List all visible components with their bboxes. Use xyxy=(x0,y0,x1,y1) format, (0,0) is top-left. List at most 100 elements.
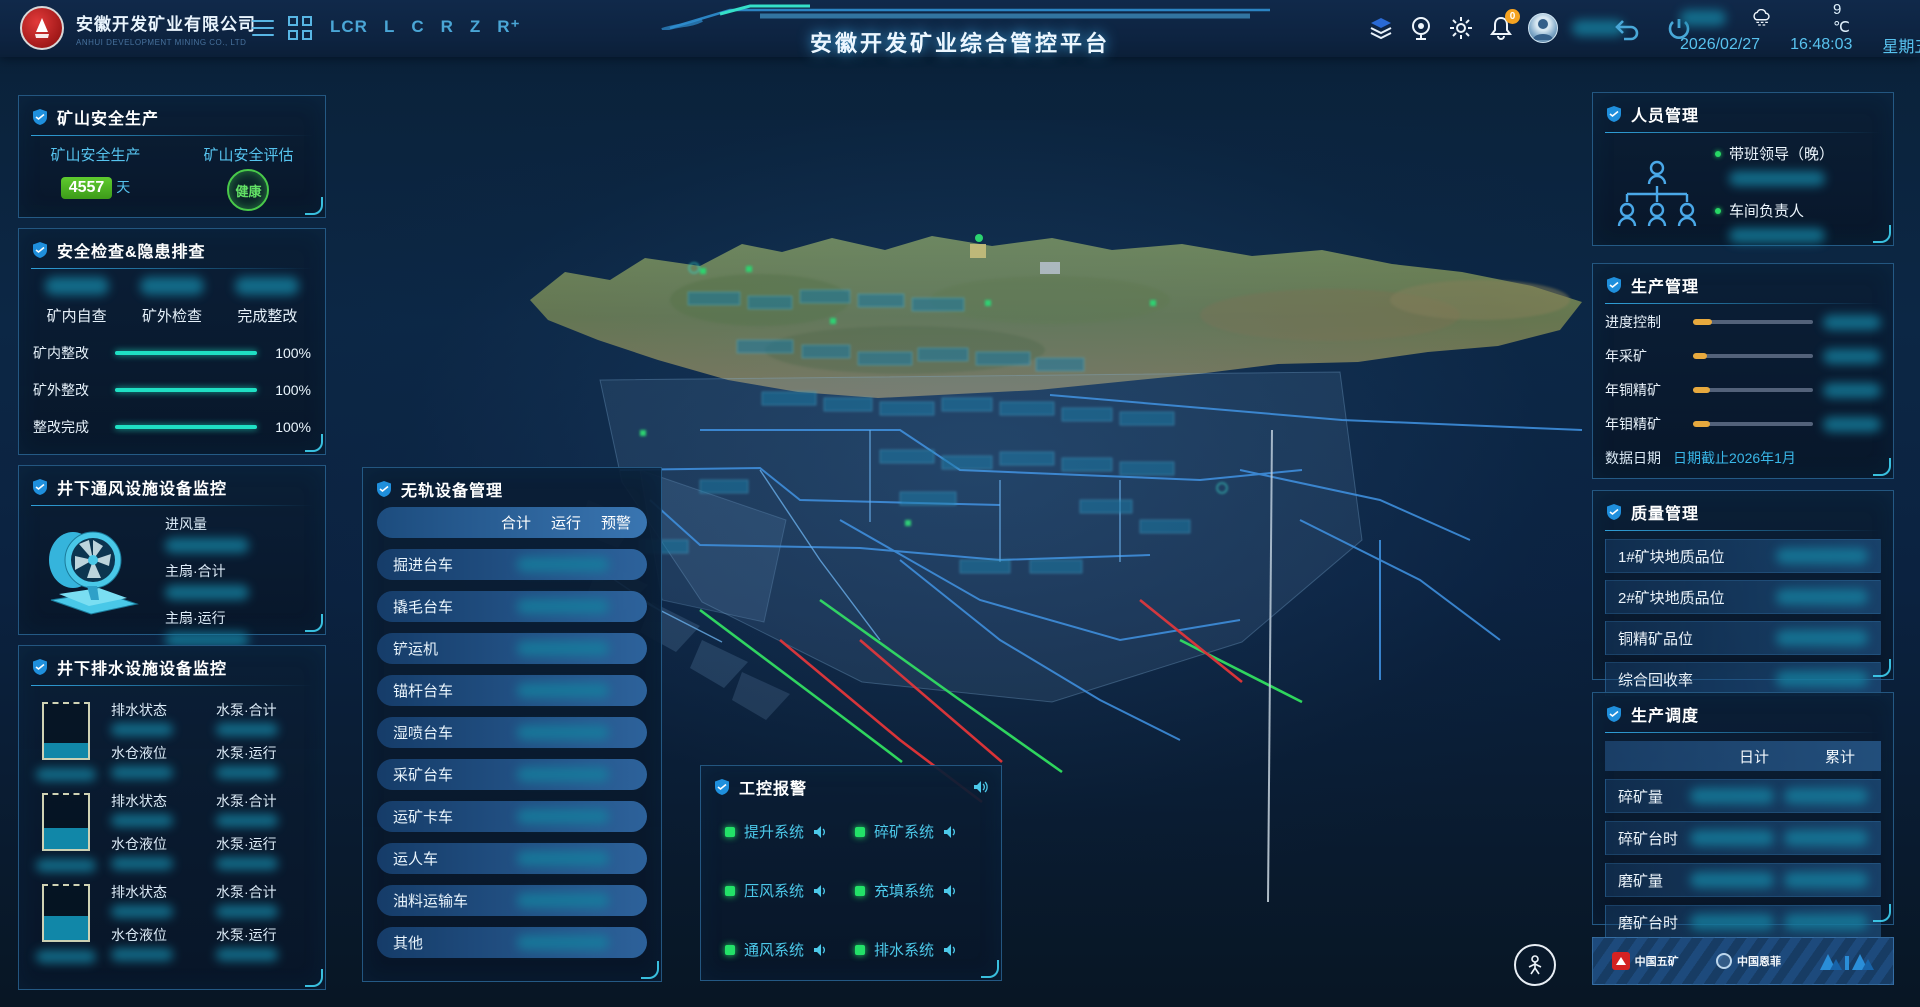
partner-logos-bar: 中国五矿 中国恩菲 xyxy=(1592,937,1894,985)
value-redacted xyxy=(216,814,278,827)
counts-redacted xyxy=(517,893,609,908)
minmetals-icon xyxy=(1612,952,1630,970)
header-nav-button[interactable]: Z xyxy=(470,17,481,37)
status-ok-indicator xyxy=(725,945,735,955)
total-value-redacted xyxy=(1784,914,1868,930)
panel-title: 生产管理 xyxy=(1631,273,1699,297)
counts-redacted xyxy=(517,767,609,782)
value-redacted xyxy=(216,857,278,870)
value-redacted xyxy=(1823,383,1881,398)
panel-ventilation: 井下通风设施设备监控 进风量 xyxy=(18,465,326,635)
metric-value-redacted xyxy=(165,538,249,553)
camera-icon[interactable] xyxy=(1408,15,1434,41)
rectification-progress-row: 矿外整改 100% xyxy=(33,380,311,400)
menu-icon[interactable] xyxy=(252,20,274,36)
ventilation-metric: 主扇·运行 xyxy=(165,608,315,647)
alarm-system-item[interactable]: 排水系统 xyxy=(855,939,985,960)
panel-title: 井下通风设施设备监控 xyxy=(57,475,227,499)
speaker-icon[interactable] xyxy=(813,884,829,898)
speaker-icon[interactable] xyxy=(943,943,959,957)
back-undo-icon[interactable] xyxy=(1614,16,1640,42)
dispatch-row[interactable]: 碎矿量 xyxy=(1605,779,1881,813)
trackless-equipment-row[interactable]: 运矿卡车 xyxy=(377,801,647,832)
page-title: 安徽开发矿业综合管控平台 xyxy=(810,26,1110,58)
quality-row[interactable]: 1#矿块地质品位 xyxy=(1605,539,1881,573)
speaker-icon[interactable] xyxy=(943,825,959,839)
apps-grid-icon[interactable] xyxy=(288,16,312,40)
layers-icon[interactable] xyxy=(1368,15,1394,41)
trackless-equipment-row[interactable]: 油料运输车 xyxy=(377,885,647,916)
header-nav-button[interactable]: R xyxy=(441,17,454,37)
shield-icon xyxy=(31,658,49,676)
header-nav-button[interactable]: LCR xyxy=(330,17,368,37)
shield-icon xyxy=(1605,276,1623,294)
trackless-columns-header: 合计运行预警 xyxy=(377,507,647,538)
panel-title: 矿山安全生产 xyxy=(57,105,159,129)
counts-redacted xyxy=(517,599,609,614)
alarm-system-item[interactable]: 充填系统 xyxy=(855,880,985,901)
value-redacted xyxy=(111,723,173,736)
value-redacted xyxy=(1823,315,1881,330)
mute-all-speaker-icon[interactable] xyxy=(973,780,989,794)
company-logo xyxy=(20,6,64,50)
alarm-system-item[interactable]: 提升系统 xyxy=(725,821,855,842)
speaker-icon[interactable] xyxy=(943,884,959,898)
counts-redacted xyxy=(517,725,609,740)
value-redacted xyxy=(216,766,278,779)
column-label: 运行 xyxy=(551,512,581,533)
header-nav-button[interactable]: L xyxy=(384,17,395,37)
quality-row[interactable]: 铜精矿品位 xyxy=(1605,621,1881,655)
enfi-globe-icon xyxy=(1716,953,1732,969)
dispatch-row[interactable]: 磨矿量 xyxy=(1605,863,1881,897)
temperature: 9 ℃ xyxy=(1833,1,1859,36)
value-redacted xyxy=(1776,671,1868,687)
green-dot xyxy=(1715,151,1721,157)
header-nav-button[interactable]: C xyxy=(411,17,424,37)
settings-gear-icon[interactable] xyxy=(1448,15,1474,41)
trackless-equipment-row[interactable]: 掘进台车 xyxy=(377,549,647,580)
panel-title: 人员管理 xyxy=(1631,102,1699,126)
panel-quality: 质量管理 1#矿块地质品位 2#矿块地质品位 铜精矿品位 xyxy=(1592,490,1894,680)
panel-personnel: 人员管理 带班领导（晚） xyxy=(1592,92,1894,246)
weather-datetime: 9 ℃ 雾 2026/02/27 16:48:03 星期五 xyxy=(1680,7,1920,57)
speaker-icon[interactable] xyxy=(813,825,829,839)
dashboard: 安徽开发矿业有限公司 ANHUI DEVELOPMENT MINING CO.,… xyxy=(0,0,1920,1007)
value-redacted xyxy=(111,766,173,779)
trackless-equipment-row[interactable]: 湿喷台车 xyxy=(377,717,647,748)
dispatch-row[interactable]: 磨矿台时 xyxy=(1605,905,1881,939)
notifications-bell-icon[interactable]: 0 xyxy=(1488,15,1514,41)
water-tank-gauge xyxy=(42,702,90,760)
trackless-equipment-row[interactable]: 运人车 xyxy=(377,843,647,874)
trackless-equipment-row[interactable]: 其他 xyxy=(377,927,647,958)
tank-name-redacted xyxy=(36,768,96,781)
time: 16:48:03 xyxy=(1790,36,1852,54)
quality-row[interactable]: 综合回收率 xyxy=(1605,662,1881,696)
header-nav-button[interactable]: R⁺ xyxy=(497,17,520,37)
status-ok-indicator xyxy=(725,827,735,837)
trackless-equipment-row[interactable]: 撬毛台车 xyxy=(377,591,647,622)
speaker-icon[interactable] xyxy=(813,943,829,957)
panel-drainage: 井下排水设施设备监控 排水状态 水泵·合计 水仓液位 水泵·运行 xyxy=(18,645,326,990)
value-redacted xyxy=(216,905,278,918)
panel-title: 质量管理 xyxy=(1631,500,1699,524)
view-control-button[interactable] xyxy=(1514,944,1556,986)
counts-redacted xyxy=(517,851,609,866)
panel-title: 安全检查&隐患排查 xyxy=(57,238,206,262)
column-label: 日计 xyxy=(1739,746,1769,767)
user-avatar[interactable] xyxy=(1528,13,1558,43)
alarm-system-item[interactable]: 压风系统 xyxy=(725,880,855,901)
quality-row[interactable]: 2#矿块地质品位 xyxy=(1605,580,1881,614)
alarm-system-item[interactable]: 通风系统 xyxy=(725,939,855,960)
alarm-system-item[interactable]: 碎矿系统 xyxy=(855,821,985,842)
trackless-equipment-row[interactable]: 采矿台车 xyxy=(377,759,647,790)
notification-badge: 0 xyxy=(1505,9,1520,24)
trackless-equipment-row[interactable]: 铲运机 xyxy=(377,633,647,664)
data-date-value: 日期截止2026年1月 xyxy=(1673,448,1796,468)
weather-redacted xyxy=(1680,10,1726,26)
trackless-equipment-row[interactable]: 锚杆台车 xyxy=(377,675,647,706)
counts-redacted xyxy=(517,557,609,572)
weekday: 星期五 xyxy=(1882,33,1920,57)
production-progress-row: 年铜精矿 xyxy=(1605,380,1881,400)
dispatch-row[interactable]: 碎矿台时 xyxy=(1605,821,1881,855)
column-label: 累计 xyxy=(1825,746,1855,767)
